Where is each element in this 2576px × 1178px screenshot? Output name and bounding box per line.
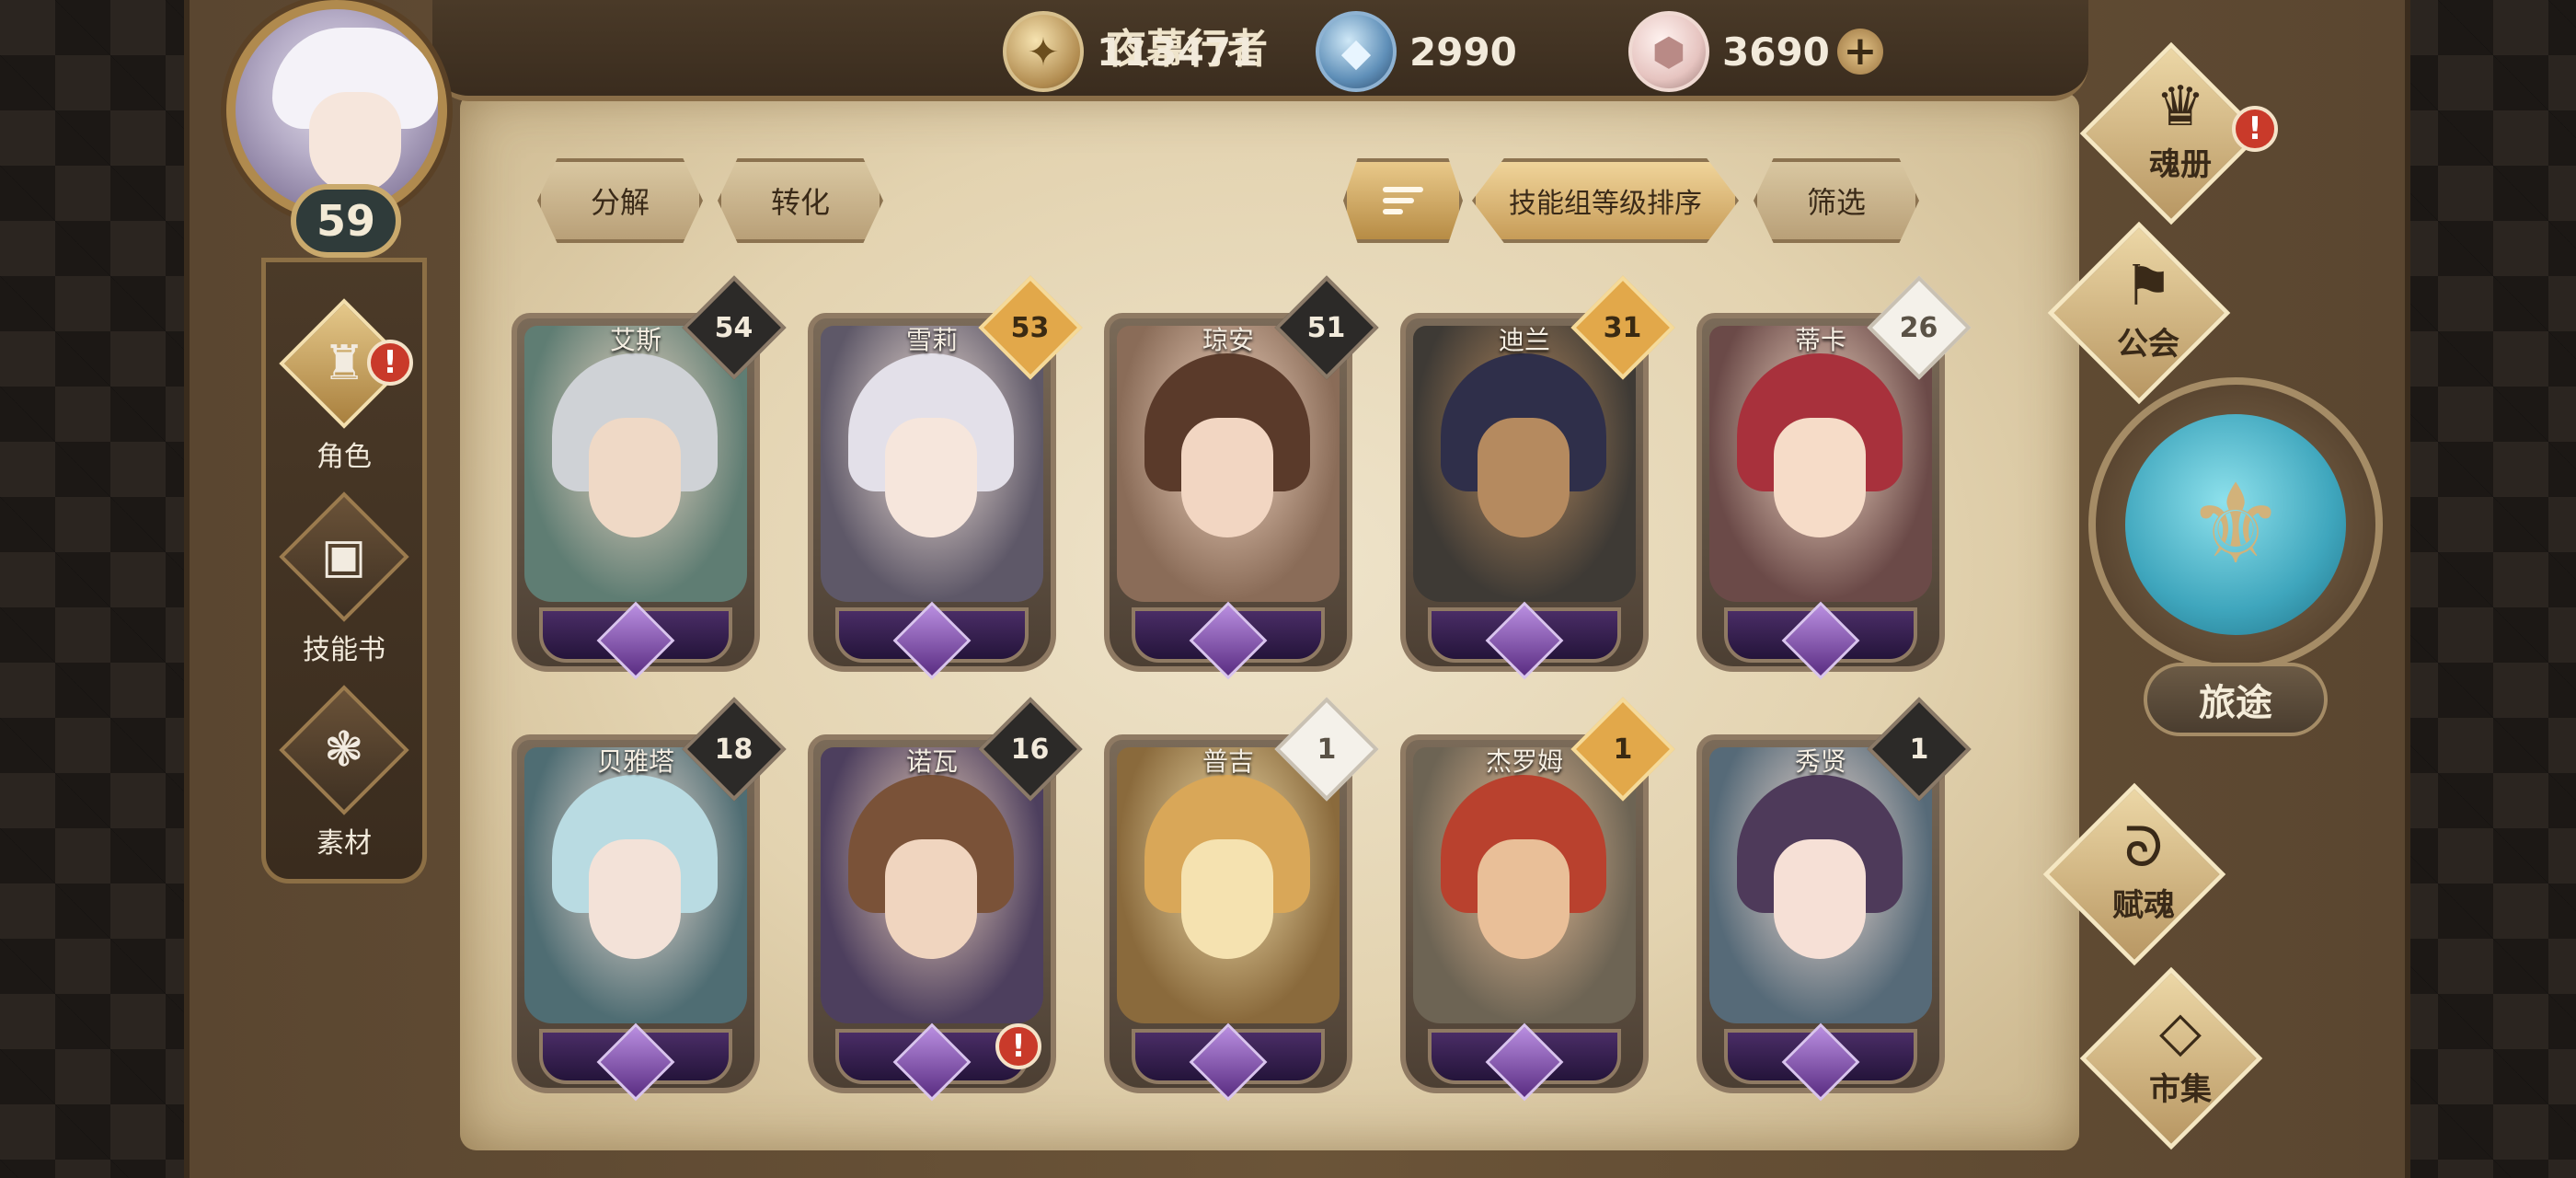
hero-level: 1 [1317,733,1337,766]
alert-icon: ! [367,340,413,386]
nav-endow-soul[interactable]: ᘐ 赋魂 [2024,782,2263,966]
nav-guild[interactable]: ⚑ 公会 [2029,221,2268,405]
player-avatar-frame[interactable]: 59 [217,0,502,267]
nav-label: 市集 [2149,1070,2212,1108]
hero-level: 1 [1909,733,1929,766]
left-border-pattern [0,0,193,1178]
hero-face [1181,839,1273,959]
gem-icon: ⬢ [1628,11,1709,92]
menu-item-character[interactable]: ♜ 角色 ! [266,298,422,483]
hero-portrait [1117,747,1340,1023]
hero-portrait [1413,326,1636,602]
menu-item-bg: ▣ [279,491,409,622]
hero-card[interactable]: 艾斯 54 [512,275,787,680]
guild-icon: ⚑ [2123,253,2173,318]
hero-portrait [821,747,1043,1023]
hero-card[interactable]: 迪兰 31 [1400,275,1675,680]
gold-amount: 113471 [1097,29,1259,75]
gold-coin-icon: ✦ [1003,11,1084,92]
hero-level: 16 [1011,733,1050,766]
hero-portrait [1709,747,1932,1023]
hero-face [1478,418,1570,537]
sort-order-button[interactable] [1343,158,1463,243]
filter-button[interactable]: 筛选 [1754,158,1919,243]
hero-card[interactable]: 贝雅塔 18 [512,697,787,1102]
hero-portrait [1413,747,1636,1023]
menu-item-label: 素材 [316,827,372,860]
hero-face [1478,839,1570,959]
hero-face [1774,839,1866,959]
right-border-pattern [2383,0,2576,1178]
hero-level: 53 [1011,311,1050,344]
gem-currency: ⬢ 3690 + [1628,11,1883,92]
convert-button[interactable]: 转化 [718,158,883,243]
nav-market[interactable]: ◇ 市集 [2061,966,2300,1150]
hero-level: 54 [715,311,753,344]
menu-item-materials[interactable]: ❃ 素材 [266,685,422,870]
hero-portrait [1117,326,1340,602]
hero-card[interactable]: 雪莉 53 [808,275,1083,680]
menu-item-bg: ❃ [279,685,409,815]
skill-book-icon: ▣ [321,528,367,584]
hero-card[interactable]: 杰罗姆 1 [1400,697,1675,1102]
nav-soul-book[interactable]: ♛ 魂册 ! [2061,41,2300,225]
sort-icon [1383,187,1423,214]
alert-icon: ! [2232,106,2278,152]
nav-journey[interactable]: ⚜ 旅途 [2088,377,2383,764]
menu-item-label: 技能书 [303,634,385,666]
nav-label: 魂册 [2149,145,2212,183]
gem-amount: 3690 [1722,29,1830,75]
endow-soul-icon: ᘐ [2123,814,2164,880]
gold-currency: ✦ 113471 [1003,11,1259,92]
hero-face [1181,418,1273,537]
hero-card[interactable]: 蒂卡 26 [1696,275,1972,680]
hero-level: 18 [715,733,753,766]
journey-emblem-icon: ⚜ [2125,414,2346,635]
hero-card[interactable]: 普吉 1 [1104,697,1379,1102]
player-level-badge: 59 [291,184,401,258]
menu-item-skill-book[interactable]: ▣ 技能书 [266,491,422,676]
hero-card[interactable]: 诺瓦 16! [808,697,1083,1102]
hero-level: 1 [1613,733,1633,766]
hero-level: 51 [1307,311,1346,344]
left-menu: ♜ 角色 ! ▣ 技能书 ❃ 素材 [261,258,427,884]
nav-label: 旅途 [2144,663,2328,736]
hero-level: 26 [1900,311,1938,344]
hero-level: 31 [1604,311,1642,344]
hero-portrait [524,326,747,602]
hero-face [885,839,977,959]
nav-label: 公会 [2117,325,2179,363]
materials-icon: ❃ [324,722,364,778]
hero-face [589,418,681,537]
decompose-button[interactable]: 分解 [537,158,703,243]
hero-card[interactable]: 秀贤 1 [1696,697,1972,1102]
hero-card[interactable]: 琼安 51 [1104,275,1379,680]
hero-face [885,418,977,537]
hero-portrait [1709,326,1932,602]
helmet-icon: ♜ [322,336,366,391]
hero-portrait [524,747,747,1023]
hero-portrait [821,326,1043,602]
hero-face [1774,418,1866,537]
add-gem-button[interactable]: + [1836,29,1883,75]
sort-by-skill-level-button[interactable]: 技能组等级排序 [1472,158,1739,243]
hero-face [589,839,681,959]
crystal-currency: ◆ 2990 [1316,11,1517,92]
menu-item-label: 角色 [316,441,372,473]
market-gem-icon: ◇ [2158,999,2202,1064]
crystal-amount: 2990 [1409,29,1517,75]
soul-book-icon: ♛ [2156,74,2205,139]
avatar-face [309,92,401,193]
nav-label: 赋魂 [2112,886,2175,924]
alert-icon: ! [995,1023,1041,1069]
crystal-icon: ◆ [1316,11,1397,92]
